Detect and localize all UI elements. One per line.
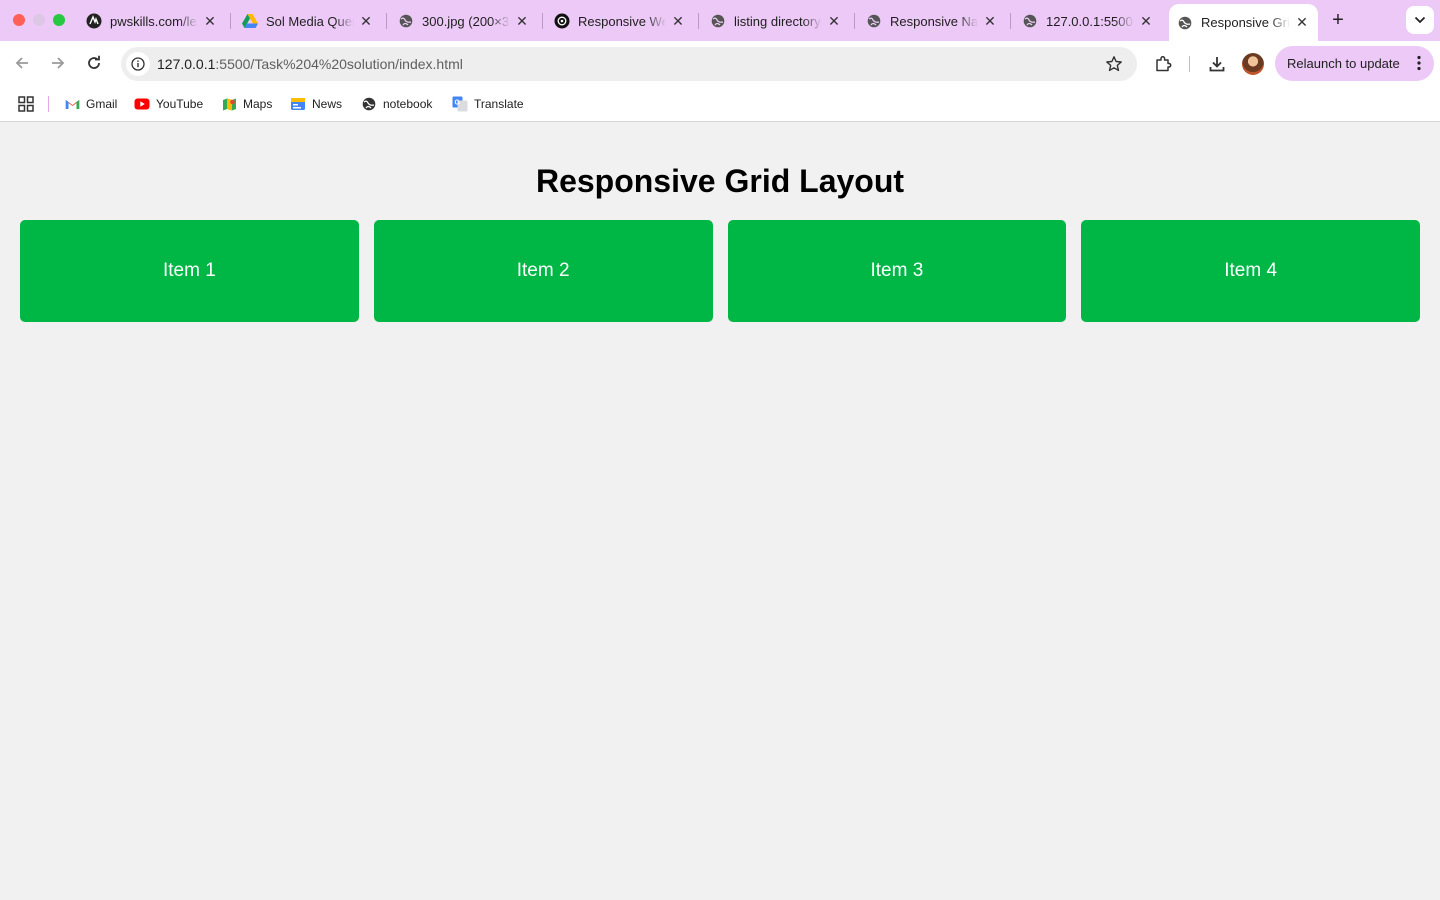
tab-close-icon[interactable]: ✕	[670, 13, 686, 29]
tab-title: 300.jpg (200×300)	[422, 13, 510, 29]
page-content: Responsive Grid Layout Item 1 Item 2 Ite…	[0, 122, 1440, 900]
bookmark-notebook[interactable]: notebook	[361, 95, 432, 113]
bookmark-translate[interactable]: G Translate	[452, 95, 524, 113]
tab-responsive-navbar[interactable]: Responsive Navbar ✕	[858, 5, 1006, 37]
news-icon	[290, 96, 306, 112]
tab-separator	[230, 13, 231, 29]
relaunch-label: Relaunch to update	[1287, 56, 1400, 71]
url-text[interactable]: 127.0.0.1:5500/Task%204%20solution/index…	[157, 56, 463, 72]
tab-close-icon[interactable]: ✕	[826, 13, 842, 29]
grid-item-3: Item 3	[727, 220, 1067, 322]
minimize-window-button[interactable]	[33, 14, 45, 26]
bookmark-label: Gmail	[86, 97, 118, 111]
pwskills-favicon	[86, 13, 102, 29]
globe-icon	[361, 96, 377, 112]
tab-title: 127.0.0.1:5500	[1046, 13, 1133, 29]
bookmark-label: Maps	[243, 97, 273, 111]
globe-favicon	[1177, 15, 1193, 31]
tab-responsive-web-design[interactable]: Responsive Web Design ✕	[546, 5, 694, 37]
bookmarks-bar: Gmail YouTube Maps News notebook G Trans…	[0, 86, 1440, 122]
close-window-button[interactable]	[13, 14, 25, 26]
globe-favicon	[710, 13, 726, 29]
bookmark-youtube[interactable]: YouTube	[134, 95, 203, 113]
tab-300-jpg[interactable]: 300.jpg (200×300) ✕	[390, 5, 538, 37]
tab-title: pwskills.com/learn	[110, 13, 198, 29]
tab-separator	[386, 13, 387, 29]
youtube-icon	[134, 96, 150, 112]
tab-separator	[542, 13, 543, 29]
tab-search-button[interactable]	[1406, 6, 1434, 34]
url-path: :5500/Task%204%20solution/index.html	[215, 56, 463, 72]
tab-close-icon[interactable]: ✕	[358, 13, 374, 29]
tab-close-icon[interactable]: ✕	[1138, 13, 1154, 29]
extensions-icon[interactable]	[1152, 53, 1174, 75]
globe-favicon	[1022, 13, 1038, 29]
chevron-down-icon	[1414, 16, 1426, 24]
globe-favicon	[398, 13, 414, 29]
relaunch-button[interactable]: Relaunch to update	[1275, 46, 1434, 81]
google-drive-favicon	[242, 13, 258, 29]
url-host: 127.0.0.1	[157, 56, 216, 72]
grid-item-2: Item 2	[373, 220, 713, 322]
bookmarks-separator	[48, 96, 49, 112]
more-vertical-icon	[1417, 55, 1421, 71]
tab-close-icon[interactable]: ✕	[202, 13, 218, 29]
tab-sol-media-queries[interactable]: Sol Media Queries ✕	[234, 5, 382, 37]
chatgpt-favicon	[554, 13, 570, 29]
maps-icon	[221, 96, 237, 112]
translate-icon: G	[452, 96, 468, 112]
forward-button[interactable]	[44, 49, 72, 77]
tab-pwskills[interactable]: pwskills.com/learn ✕	[78, 5, 226, 37]
gmail-icon	[64, 96, 80, 112]
tab-close-icon[interactable]: ✕	[514, 13, 530, 29]
bookmark-news[interactable]: News	[290, 95, 342, 113]
tab-close-icon[interactable]: ✕	[1294, 14, 1310, 31]
bookmark-gmail[interactable]: Gmail	[64, 95, 117, 113]
globe-favicon	[866, 13, 882, 29]
bookmark-label: YouTube	[156, 97, 204, 111]
star-icon[interactable]	[1105, 55, 1123, 73]
download-icon[interactable]	[1206, 53, 1228, 75]
address-bar[interactable]: 127.0.0.1:5500/Task%204%20solution/index…	[121, 47, 1137, 81]
grid-container: Item 1 Item 2 Item 3 Item 4	[20, 220, 1420, 322]
page-title: Responsive Grid Layout	[535, 163, 905, 199]
tab-title: Responsive Grid Layout	[1201, 15, 1290, 30]
apps-grid-icon[interactable]	[18, 96, 34, 112]
toolbar-divider	[1189, 56, 1190, 72]
tab-title: Sol Media Queries	[266, 13, 354, 29]
new-tab-button[interactable]: +	[1326, 8, 1350, 32]
tab-listing-directory[interactable]: listing directory ✕	[702, 5, 850, 37]
site-info-icon[interactable]	[126, 52, 150, 76]
arrow-left-icon	[15, 57, 28, 69]
tab-close-icon[interactable]: ✕	[982, 13, 998, 29]
tab-separator	[698, 13, 699, 29]
bookmark-maps[interactable]: Maps	[221, 95, 272, 113]
reload-icon	[88, 55, 100, 69]
tab-title: Responsive Navbar	[890, 13, 978, 29]
reload-button[interactable]	[80, 49, 108, 77]
tab-responsive-grid-layout[interactable]: Responsive Grid Layout ✕	[1169, 4, 1318, 41]
grid-item-1: Item 1	[20, 220, 359, 322]
tab-title: Responsive Web Design	[578, 13, 666, 29]
tab-localhost[interactable]: 127.0.0.1:5500 ✕	[1014, 5, 1162, 37]
back-button[interactable]	[8, 49, 36, 77]
arrow-right-icon	[52, 57, 65, 69]
maximize-window-button[interactable]	[53, 14, 65, 26]
browser-toolbar: 127.0.0.1:5500/Task%204%20solution/index…	[0, 41, 1440, 86]
tab-strip: pwskills.com/learn ✕ Sol Media Queries ✕…	[0, 0, 1440, 41]
bookmark-label: notebook	[383, 97, 433, 111]
profile-avatar[interactable]	[1242, 53, 1264, 75]
grid-item-4: Item 4	[1081, 220, 1420, 322]
bookmark-label: Translate	[474, 97, 524, 111]
tab-separator	[854, 13, 855, 29]
tab-separator	[1010, 13, 1011, 29]
tab-title: listing directory	[734, 13, 821, 29]
bookmark-label: News	[312, 97, 343, 111]
svg-text:G: G	[455, 100, 461, 107]
